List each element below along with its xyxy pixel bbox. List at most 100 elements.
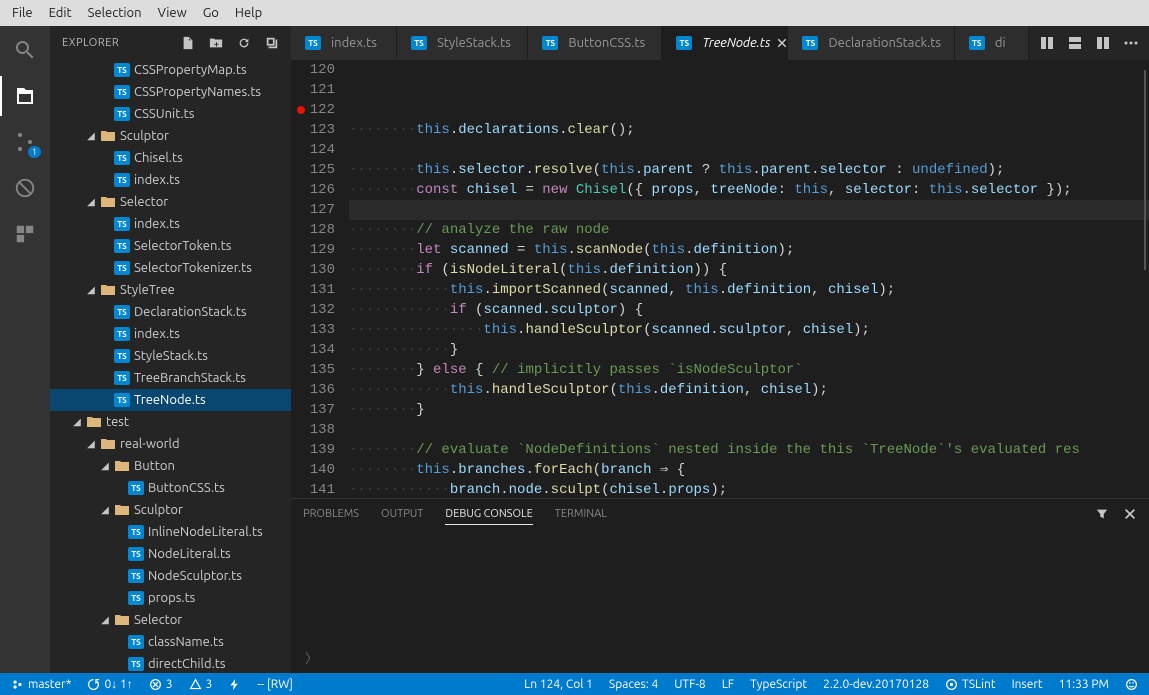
new-folder-icon[interactable] (209, 36, 223, 50)
code-line[interactable]: ········this.branches.forEach(branch ⇒ { (349, 460, 1149, 480)
tree-file-inlinenodeliteral-ts[interactable]: TSInlineNodeLiteral.ts (50, 521, 291, 543)
tree-file-chisel-ts[interactable]: TSChisel.ts (50, 147, 291, 169)
tree-file-selectortokenizer-ts[interactable]: TSSelectorTokenizer.ts (50, 257, 291, 279)
tab-stylestack-ts[interactable]: TSStyleStack.ts (397, 26, 528, 60)
status-errors[interactable]: 3 (146, 678, 176, 691)
status-sync[interactable]: 0↓ 1↑ (84, 677, 135, 691)
code-line[interactable]: ········let scanned = this.scanNode(this… (349, 240, 1149, 260)
code-line[interactable]: ········// evaluate `NodeDefinitions` ne… (349, 440, 1149, 460)
code-line[interactable]: ········const chisel = new Chisel({ prop… (349, 180, 1149, 200)
breakpoint-icon[interactable] (297, 106, 305, 114)
status-warnings[interactable]: 3 (186, 678, 216, 691)
tree-file-buttoncss-ts[interactable]: TSButtonCSS.ts (50, 477, 291, 499)
code-line[interactable]: ········} else { // implicitly passes `i… (349, 360, 1149, 380)
code-line[interactable]: ········this.selector.resolve(this.paren… (349, 160, 1149, 180)
more-icon[interactable] (1123, 35, 1139, 51)
debug-icon[interactable] (11, 174, 39, 202)
code-line[interactable]: ········// analyze the raw node (349, 220, 1149, 240)
tree-folder-sculptor[interactable]: ◢Sculptor (50, 125, 291, 147)
menu-view[interactable]: View (150, 2, 195, 24)
tree-folder-sculptor[interactable]: ◢Sculptor (50, 499, 291, 521)
code-line[interactable]: ········} (349, 400, 1149, 420)
code-line[interactable]: ············this.handleSculptor(this.def… (349, 380, 1149, 400)
code-line[interactable] (349, 420, 1149, 440)
code-line[interactable]: ············this.importScanned(scanned, … (349, 280, 1149, 300)
panel-filter-icon[interactable] (1095, 507, 1109, 521)
tree-file-cssunit-ts[interactable]: TSCSSUnit.ts (50, 103, 291, 125)
panel-tab-terminal[interactable]: TERMINAL (555, 504, 607, 525)
status-lint[interactable]: TSLint (942, 678, 999, 691)
refresh-icon[interactable] (237, 36, 251, 50)
search-icon[interactable] (11, 36, 39, 64)
code-line[interactable]: ········this.declarations.clear(); (349, 120, 1149, 140)
tree-folder-selector[interactable]: ◢Selector (50, 609, 291, 631)
menu-file[interactable]: File (4, 2, 41, 24)
tree-file-index-ts[interactable]: TSindex.ts (50, 169, 291, 191)
status-language[interactable]: TypeScript (747, 678, 810, 691)
code-line[interactable]: ············if (scanned.sculptor) { (349, 300, 1149, 320)
menu-help[interactable]: Help (227, 2, 270, 24)
status-ts-version[interactable]: 2.2.0-dev.20170128 (820, 678, 932, 691)
editor[interactable]: 1201211221231241251261271281291301311321… (291, 60, 1149, 498)
split-vertical-icon[interactable] (1095, 35, 1111, 51)
tree-folder-test[interactable]: ◢test (50, 411, 291, 433)
panel-tab-problems[interactable]: PROBLEMS (303, 504, 359, 525)
tree-file-classname-ts[interactable]: TSclassName.ts (50, 631, 291, 653)
collapse-all-icon[interactable] (265, 36, 279, 50)
status-rw[interactable]: -- [RW] (254, 678, 296, 691)
tree-file-index-ts[interactable]: TSindex.ts (50, 323, 291, 345)
tree-file-treebranchstack-ts[interactable]: TSTreeBranchStack.ts (50, 367, 291, 389)
code-line[interactable]: ········if (isNodeLiteral(this.definitio… (349, 260, 1149, 280)
status-clock[interactable]: 11:33 PM (1056, 678, 1112, 691)
tab-buttoncss-ts[interactable]: TSButtonCSS.ts (528, 26, 662, 60)
tree-file-csspropertynames-ts[interactable]: TSCSSPropertyNames.ts (50, 81, 291, 103)
tree-file-csspropertymap-ts[interactable]: TSCSSPropertyMap.ts (50, 59, 291, 81)
close-icon[interactable] (776, 37, 788, 49)
tab-treenode-ts[interactable]: TSTreeNode.ts (662, 26, 788, 60)
menu-go[interactable]: Go (195, 2, 227, 24)
status-spaces[interactable]: Spaces: 4 (606, 678, 661, 691)
explorer-icon[interactable] (11, 82, 39, 110)
tree-file-nodesculptor-ts[interactable]: TSNodeSculptor.ts (50, 565, 291, 587)
tree-folder-styletree[interactable]: ◢StyleTree (50, 279, 291, 301)
tree-file-nodeliteral-ts[interactable]: TSNodeLiteral.ts (50, 543, 291, 565)
status-mode[interactable]: Insert (1009, 678, 1046, 691)
compare-icon[interactable] (1039, 35, 1055, 51)
panel-body[interactable]: 〉 (291, 529, 1149, 673)
status-position[interactable]: Ln 124, Col 1 (521, 678, 596, 691)
code-line[interactable] (349, 200, 1149, 220)
tree-file-props-ts[interactable]: TSprops.ts (50, 587, 291, 609)
panel-tab-output[interactable]: OUTPUT (381, 504, 423, 525)
tree-file-declarationstack-ts[interactable]: TSDeclarationStack.ts (50, 301, 291, 323)
tree-file-stylestack-ts[interactable]: TSStyleStack.ts (50, 345, 291, 367)
tab-di[interactable]: TSdi (955, 26, 1029, 60)
code-line[interactable] (349, 140, 1149, 160)
tree-folder-button[interactable]: ◢Button (50, 455, 291, 477)
tab-index-ts[interactable]: TSindex.ts (291, 26, 397, 60)
status-encoding[interactable]: UTF-8 (671, 678, 708, 691)
tree-file-index-ts[interactable]: TSindex.ts (50, 213, 291, 235)
tree-folder-selector[interactable]: ◢Selector (50, 191, 291, 213)
menu-selection[interactable]: Selection (80, 2, 150, 24)
minimap-scrollbar[interactable] (1144, 70, 1146, 270)
tree-file-directchild-ts[interactable]: TSdirectChild.ts (50, 653, 291, 673)
panel-tab-debug-console[interactable]: DEBUG CONSOLE (445, 504, 532, 525)
code-line[interactable]: ············branch.node.sculpt(chisel.pr… (349, 480, 1149, 498)
extensions-icon[interactable] (11, 220, 39, 248)
tree-folder-real-world[interactable]: ◢real-world (50, 433, 291, 455)
status-branch[interactable]: master* (8, 678, 74, 691)
code-line[interactable]: ············} (349, 340, 1149, 360)
status-bolt-icon[interactable] (225, 678, 244, 691)
source-control-icon[interactable]: 1 (11, 128, 39, 156)
new-file-icon[interactable] (181, 36, 195, 50)
menu-edit[interactable]: Edit (41, 2, 80, 24)
status-eol[interactable]: LF (719, 678, 737, 691)
console-prompt[interactable]: 〉 (305, 648, 318, 667)
code-line[interactable]: ················this.handleSculptor(scan… (349, 320, 1149, 340)
code[interactable]: ········this.declarations.clear(); ······… (349, 60, 1149, 498)
tree-file-treenode-ts[interactable]: TSTreeNode.ts (50, 389, 291, 411)
file-tree[interactable]: TSCSSPropertyMap.tsTSCSSPropertyNames.ts… (50, 59, 291, 673)
panel-close-icon[interactable] (1123, 507, 1137, 521)
split-horizontal-icon[interactable] (1067, 35, 1083, 51)
tab-declarationstack-ts[interactable]: TSDeclarationStack.ts (788, 26, 954, 60)
